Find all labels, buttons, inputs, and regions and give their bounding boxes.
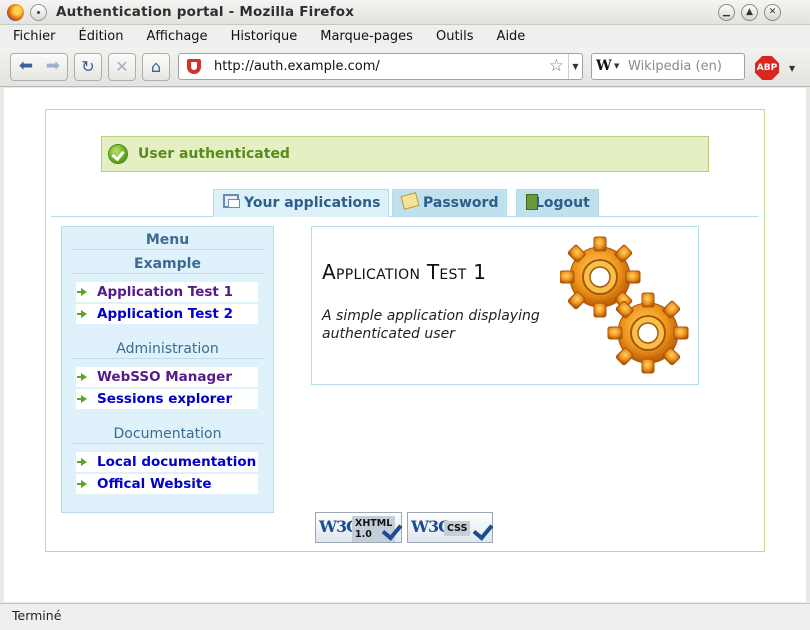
stop-icon: ✕ xyxy=(115,57,129,76)
url-history-dropdown[interactable]: ▼ xyxy=(568,54,582,79)
search-bar[interactable]: W ▼ Wikipedia (en) xyxy=(591,53,745,80)
minimize-icon: ▁ xyxy=(723,7,730,17)
tab-your-applications[interactable]: Your applications xyxy=(213,189,390,217)
menu-marque-pages[interactable]: Marque-pages xyxy=(313,29,413,44)
menu-bar: Fichier Édition Affichage Historique Mar… xyxy=(0,25,810,47)
maximize-button[interactable]: ▲ xyxy=(741,4,758,21)
search-engine-icon[interactable]: W xyxy=(596,58,612,74)
tab-label: Logout xyxy=(535,195,590,211)
url-text[interactable]: http://auth.example.com/ xyxy=(214,59,380,74)
sidebar-item-label: Application Test 1 xyxy=(97,284,233,300)
title-bar: Authentication portal - Mozilla Firefox … xyxy=(0,0,810,25)
tab-password[interactable]: Password xyxy=(392,189,508,216)
bookmark-star-icon[interactable]: ☆ xyxy=(549,56,564,76)
sidebar-item-sessions-explorer[interactable]: Sessions explorer xyxy=(76,389,258,409)
badge-label-line2: 1.0 xyxy=(355,529,372,540)
menu-edition[interactable]: Édition xyxy=(72,29,124,44)
menu-fichier[interactable]: Fichier xyxy=(6,29,56,44)
search-engine-chevron-icon[interactable]: ▼ xyxy=(614,62,619,70)
menu-outils[interactable]: Outils xyxy=(429,29,474,44)
menu-aide[interactable]: Aide xyxy=(490,29,526,44)
minimize-button[interactable]: ▁ xyxy=(718,4,735,21)
auth-status-text: User authenticated xyxy=(138,146,290,162)
application-title[interactable]: Application Test 1 xyxy=(322,260,486,284)
gears-icon xyxy=(560,236,689,374)
category-title-administration: Administration xyxy=(72,341,263,359)
green-arrow-icon xyxy=(77,395,87,403)
window-menu-button[interactable] xyxy=(30,4,47,21)
xhtml-validation-badge[interactable]: W3C XHTML 1.0 xyxy=(315,512,403,543)
check-circle-icon xyxy=(108,144,128,164)
navigation-toolbar: ⬅ ➡ ↻ ✕ ⌂ http://auth.example.com/ ☆ ▼ W… xyxy=(0,47,810,87)
status-text: Terminé xyxy=(12,608,62,623)
application-description: A simple application displaying authenti… xyxy=(322,308,540,342)
green-arrow-icon xyxy=(77,288,87,296)
reload-button[interactable]: ↻ xyxy=(74,53,102,81)
exit-door-icon xyxy=(526,194,538,210)
search-input[interactable]: Wikipedia (en) xyxy=(628,59,722,74)
portal-container: User authenticated Your applications Pas… xyxy=(45,109,765,552)
badge-label-line1: CSS xyxy=(447,523,468,534)
home-button[interactable]: ⌂ xyxy=(142,53,170,81)
window-title: Authentication portal - Mozilla Firefox xyxy=(56,4,355,20)
green-arrow-icon xyxy=(77,373,87,381)
tab-label: Your applications xyxy=(244,195,381,211)
windows-icon xyxy=(223,194,240,208)
checkmark-icon xyxy=(472,519,494,541)
close-icon: ✕ xyxy=(768,7,777,17)
menu-affichage[interactable]: Affichage xyxy=(139,29,207,44)
chevron-down-icon: ▼ xyxy=(572,62,579,71)
sidebar-item-label: Offical Website xyxy=(97,476,212,492)
sidebar-item-label: WebSSO Manager xyxy=(97,369,232,385)
url-bar[interactable]: http://auth.example.com/ ☆ ▼ xyxy=(178,53,583,80)
sidebar-item-offical-website[interactable]: Offical Website xyxy=(76,474,258,494)
sidebar-item-label: Local documentation xyxy=(97,454,257,470)
close-button[interactable]: ✕ xyxy=(764,4,781,21)
green-arrow-icon xyxy=(77,458,87,466)
css-validation-badge[interactable]: W3C CSS xyxy=(407,512,494,543)
adblock-button[interactable]: ABP xyxy=(755,56,779,80)
home-icon: ⌂ xyxy=(150,57,162,76)
back-button[interactable]: ⬅ xyxy=(12,54,40,80)
sidebar-item-application-test-2[interactable]: Application Test 2 xyxy=(76,304,258,324)
category-title-example: Example xyxy=(72,256,263,274)
green-arrow-icon xyxy=(77,480,87,488)
adblock-dropdown-icon[interactable]: ▼ xyxy=(789,64,795,73)
forward-button[interactable]: ➡ xyxy=(39,54,67,80)
badge-label: CSS xyxy=(444,521,471,536)
sidebar-item-label: Application Test 2 xyxy=(97,306,233,322)
stop-button[interactable]: ✕ xyxy=(108,53,136,81)
page-viewport: User authenticated Your applications Pas… xyxy=(4,88,806,602)
menu-historique[interactable]: Historique xyxy=(224,29,298,44)
category-title-documentation: Documentation xyxy=(72,426,263,444)
menu-title: Menu xyxy=(72,232,263,250)
sidebar-item-websso-manager[interactable]: WebSSO Manager xyxy=(76,367,258,387)
arrow-left-icon: ⬅ xyxy=(18,56,34,76)
sidebar-menu: Menu Example Application Test 1 Applicat… xyxy=(61,226,274,513)
site-identity-icon[interactable] xyxy=(187,59,201,74)
sidebar-item-local-documentation[interactable]: Local documentation xyxy=(76,452,258,472)
application-card[interactable]: Application Test 1 A simple application … xyxy=(311,226,699,385)
tab-underline xyxy=(51,216,759,217)
status-bar: Terminé xyxy=(0,603,810,630)
password-note-icon xyxy=(400,192,420,210)
sidebar-item-application-test-1[interactable]: Application Test 1 xyxy=(76,282,258,302)
green-arrow-icon xyxy=(77,310,87,318)
sidebar-item-label: Sessions explorer xyxy=(97,391,233,407)
maximize-icon: ▲ xyxy=(746,7,753,17)
tab-logout[interactable]: Logout xyxy=(516,189,599,216)
firefox-logo-icon xyxy=(7,4,24,21)
auth-status-message: User authenticated xyxy=(101,136,709,172)
tab-label: Password xyxy=(423,195,499,211)
arrow-right-icon: ➡ xyxy=(45,56,61,76)
reload-icon: ↻ xyxy=(81,57,95,76)
